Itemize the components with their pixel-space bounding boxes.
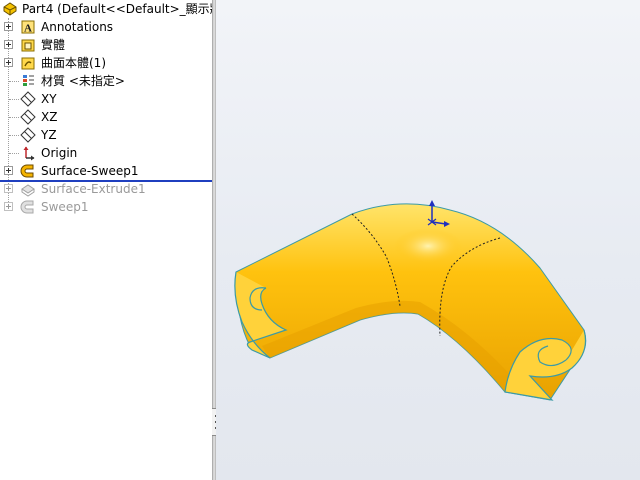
surface-bodies-folder-icon	[21, 57, 35, 70]
tree-connector	[9, 99, 19, 100]
plane-icon	[20, 127, 36, 143]
tree-item-label: Annotations	[41, 20, 114, 34]
tree-item-annotations[interactable]: A Annotations	[0, 18, 212, 36]
tree-item-material[interactable]: 材質 <未指定>	[0, 72, 212, 90]
tree-item-origin[interactable]: Origin	[0, 144, 212, 162]
tree-item-solid-bodies[interactable]: 實體	[0, 36, 212, 54]
swept-surface-model[interactable]	[216, 0, 640, 480]
expand-toggle[interactable]	[4, 202, 13, 211]
tree-item-label: XY	[41, 92, 57, 106]
material-icon	[23, 75, 34, 86]
origin-icon	[23, 146, 35, 161]
tree-connector	[9, 135, 19, 136]
tree-item-label: 實體	[41, 38, 66, 52]
part-icon	[3, 2, 17, 16]
tree-item-label: Surface-Extrude1	[41, 182, 146, 196]
feature-manager-tree: Part4 (Default<<Default>_顯示狀 A Annotatio…	[0, 0, 212, 480]
tree-item-surface-sweep1[interactable]: Surface-Sweep1	[0, 162, 212, 180]
sweep-icon	[20, 200, 34, 214]
tree-item-label: Surface-Sweep1	[41, 164, 139, 178]
expand-toggle[interactable]	[4, 166, 13, 175]
graphics-viewport[interactable]	[216, 0, 640, 480]
tree-root-part[interactable]: Part4 (Default<<Default>_顯示狀	[0, 0, 212, 18]
tree-item-plane-xz[interactable]: XZ	[0, 108, 212, 126]
annotations-icon: A	[21, 20, 35, 35]
tree-root-label: Part4 (Default<<Default>_顯示狀	[22, 2, 212, 16]
svg-text:A: A	[24, 23, 32, 35]
plane-icon	[20, 91, 36, 107]
expand-toggle[interactable]	[4, 22, 13, 31]
tree-item-label: Origin	[41, 146, 78, 160]
surface-sweep-icon	[20, 164, 34, 178]
tree-item-label: YZ	[41, 128, 57, 142]
tree-item-plane-xy[interactable]: XY	[0, 90, 212, 108]
tree-item-plane-yz[interactable]: YZ	[0, 126, 212, 144]
tree-item-surface-bodies[interactable]: 曲面本體(1)	[0, 54, 212, 72]
tree-item-surface-extrude1[interactable]: Surface-Extrude1	[0, 180, 212, 198]
tree-item-label: Sweep1	[41, 200, 89, 214]
plane-icon	[20, 109, 36, 125]
tube-highlight	[394, 228, 462, 264]
tree-item-label: 曲面本體(1)	[41, 56, 106, 70]
tree-connector	[9, 117, 19, 118]
tree-connector	[9, 153, 19, 154]
expand-toggle[interactable]	[4, 40, 13, 49]
tree-item-label: 材質 <未指定>	[41, 74, 125, 88]
solid-bodies-folder-icon	[21, 39, 35, 52]
surface-extrude-icon	[21, 184, 35, 197]
tree-item-sweep1[interactable]: Sweep1	[0, 198, 212, 216]
tree-connector	[9, 81, 19, 82]
expand-toggle[interactable]	[4, 58, 13, 67]
expand-toggle[interactable]	[4, 184, 13, 193]
tree-item-label: XZ	[41, 110, 58, 124]
